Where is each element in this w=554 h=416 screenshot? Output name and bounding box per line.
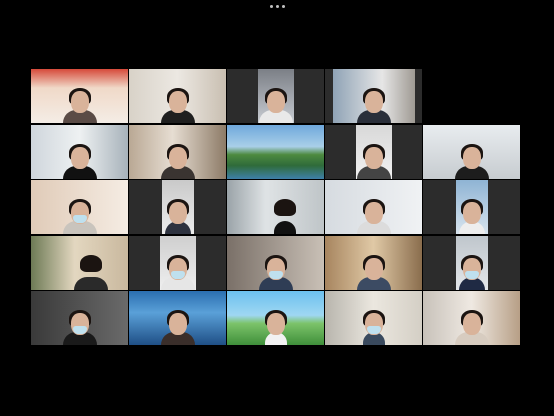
more-dots-icon[interactable] xyxy=(267,3,287,9)
participant-silhouette xyxy=(354,250,394,290)
dot xyxy=(281,4,285,8)
participant-silhouette xyxy=(158,305,198,345)
participant-tile[interactable] xyxy=(31,180,128,234)
participant-tile[interactable] xyxy=(227,69,324,123)
participant-silhouette xyxy=(455,254,489,290)
participant-silhouette xyxy=(158,139,198,179)
virtual-background xyxy=(227,124,324,179)
participant-silhouette xyxy=(359,310,389,345)
empty-tile xyxy=(423,69,520,123)
participant-silhouette xyxy=(452,305,492,345)
participant-tile[interactable] xyxy=(129,180,226,234)
participant-silhouette xyxy=(452,139,492,179)
video-gallery xyxy=(31,69,523,345)
participant-silhouette xyxy=(158,250,198,290)
participant-silhouette xyxy=(60,139,100,179)
participant-tile[interactable] xyxy=(227,235,324,290)
participant-tile[interactable] xyxy=(423,124,520,179)
dot xyxy=(269,4,273,8)
participant-tile[interactable] xyxy=(423,291,520,345)
participant-tile[interactable] xyxy=(325,235,422,290)
participant-tile[interactable] xyxy=(325,291,422,345)
participant-silhouette xyxy=(71,254,111,290)
participant-tile[interactable] xyxy=(325,124,422,179)
participant-tile[interactable] xyxy=(129,124,226,179)
participant-tile[interactable] xyxy=(423,235,520,290)
participant-tile[interactable] xyxy=(31,69,128,123)
participant-tile[interactable] xyxy=(325,180,422,234)
participant-tile[interactable] xyxy=(129,69,226,123)
participant-silhouette xyxy=(256,250,296,290)
participant-silhouette xyxy=(158,83,198,123)
participant-silhouette xyxy=(161,199,195,234)
participant-tile[interactable] xyxy=(227,180,324,234)
participant-silhouette xyxy=(354,139,394,179)
participant-tile[interactable] xyxy=(129,235,226,290)
participant-silhouette xyxy=(270,199,300,234)
participant-silhouette xyxy=(60,194,100,234)
participant-silhouette xyxy=(256,83,296,123)
participant-tile[interactable] xyxy=(227,291,324,345)
dot xyxy=(275,4,279,8)
participant-tile[interactable] xyxy=(325,69,422,123)
participant-silhouette xyxy=(455,199,489,234)
participant-tile[interactable] xyxy=(31,291,128,345)
participant-silhouette xyxy=(261,310,291,345)
participant-tile[interactable] xyxy=(129,291,226,345)
participant-tile[interactable] xyxy=(31,235,128,290)
participant-silhouette xyxy=(354,194,394,234)
participant-silhouette xyxy=(354,83,394,123)
participant-silhouette xyxy=(60,305,100,345)
participant-tile[interactable] xyxy=(227,124,324,179)
participant-tile[interactable] xyxy=(423,180,520,234)
participant-silhouette xyxy=(60,83,100,123)
participant-tile[interactable] xyxy=(31,124,128,179)
